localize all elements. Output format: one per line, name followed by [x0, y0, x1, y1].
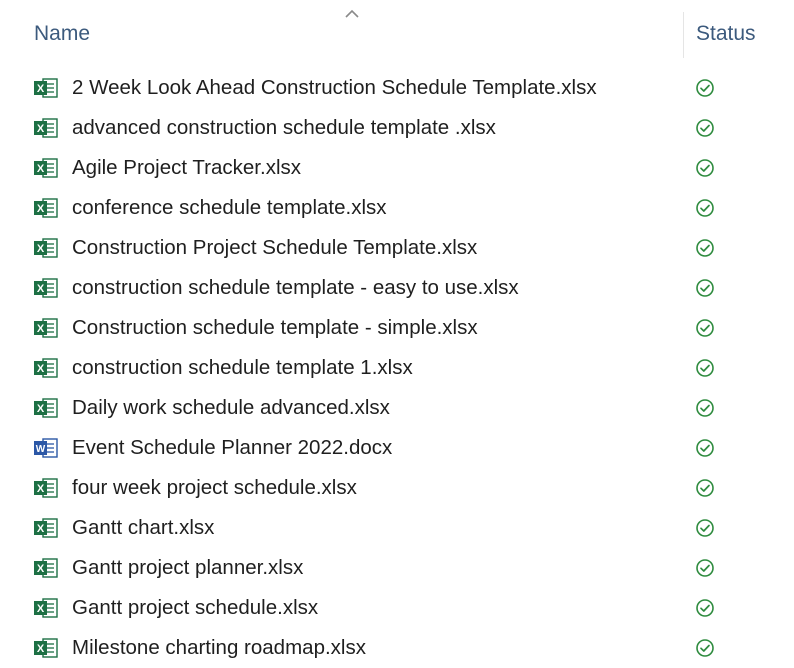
- excel-file-icon: X: [34, 118, 58, 138]
- available-status-icon: [696, 159, 714, 177]
- file-row[interactable]: X four week project schedule.xlsx: [0, 468, 794, 508]
- file-row[interactable]: W Event Schedule Planner 2022.docx: [0, 428, 794, 468]
- file-row[interactable]: X Gantt project schedule.xlsx: [0, 588, 794, 628]
- excel-file-icon: X: [34, 478, 58, 498]
- status-column-header[interactable]: Status: [686, 12, 794, 58]
- available-status-icon: [696, 559, 714, 577]
- excel-file-icon: X: [34, 278, 58, 298]
- file-name: advanced construction schedule template …: [72, 116, 496, 139]
- file-name: Daily work schedule advanced.xlsx: [72, 396, 390, 419]
- excel-file-icon: X: [34, 78, 58, 98]
- available-status-icon: [696, 439, 714, 457]
- file-name: construction schedule template 1.xlsx: [72, 356, 413, 379]
- svg-text:X: X: [37, 363, 45, 375]
- svg-text:X: X: [37, 563, 45, 575]
- excel-file-icon: X: [34, 238, 58, 258]
- svg-text:X: X: [37, 163, 45, 175]
- file-name: conference schedule template.xlsx: [72, 196, 387, 219]
- file-row[interactable]: X construction schedule template 1.xlsx: [0, 348, 794, 388]
- file-name: Construction schedule template - simple.…: [72, 316, 478, 339]
- file-row[interactable]: X Agile Project Tracker.xlsx: [0, 148, 794, 188]
- excel-file-icon: X: [34, 598, 58, 618]
- excel-file-icon: X: [34, 518, 58, 538]
- svg-text:X: X: [37, 523, 45, 535]
- svg-text:X: X: [37, 243, 45, 255]
- available-status-icon: [696, 599, 714, 617]
- file-list: X 2 Week Look Ahead Construction Schedul…: [0, 68, 794, 668]
- svg-text:X: X: [37, 83, 45, 95]
- excel-file-icon: X: [34, 398, 58, 418]
- svg-text:X: X: [37, 403, 45, 415]
- file-row[interactable]: X Gantt project planner.xlsx: [0, 548, 794, 588]
- file-name: Gantt project schedule.xlsx: [72, 596, 319, 619]
- svg-text:X: X: [37, 323, 45, 335]
- file-row[interactable]: X Construction schedule template - simpl…: [0, 308, 794, 348]
- word-file-icon: W: [34, 438, 58, 458]
- available-status-icon: [696, 319, 714, 337]
- file-name: four week project schedule.xlsx: [72, 476, 357, 499]
- available-status-icon: [696, 199, 714, 217]
- file-row[interactable]: X Milestone charting roadmap.xlsx: [0, 628, 794, 668]
- excel-file-icon: X: [34, 318, 58, 338]
- svg-text:X: X: [37, 123, 45, 135]
- svg-text:X: X: [37, 483, 45, 495]
- svg-text:X: X: [37, 643, 45, 655]
- column-divider[interactable]: [683, 12, 684, 58]
- name-column-header[interactable]: Name: [20, 12, 660, 58]
- file-name: Gantt project planner.xlsx: [72, 556, 304, 579]
- available-status-icon: [696, 119, 714, 137]
- excel-file-icon: X: [34, 638, 58, 658]
- file-row[interactable]: X conference schedule template.xlsx: [0, 188, 794, 228]
- status-column-label: Status: [696, 22, 756, 45]
- file-name: Construction Project Schedule Template.x…: [72, 236, 478, 259]
- svg-text:X: X: [37, 203, 45, 215]
- available-status-icon: [696, 519, 714, 537]
- excel-file-icon: X: [34, 198, 58, 218]
- available-status-icon: [696, 239, 714, 257]
- file-row[interactable]: X advanced construction schedule templat…: [0, 108, 794, 148]
- available-status-icon: [696, 359, 714, 377]
- file-name: construction schedule template - easy to…: [72, 276, 519, 299]
- file-row[interactable]: X Gantt chart.xlsx: [0, 508, 794, 548]
- available-status-icon: [696, 479, 714, 497]
- available-status-icon: [696, 639, 714, 657]
- file-row[interactable]: X construction schedule template - easy …: [0, 268, 794, 308]
- excel-file-icon: X: [34, 558, 58, 578]
- column-header-row: Name Status: [0, 0, 794, 62]
- svg-text:X: X: [37, 283, 45, 295]
- file-name: 2 Week Look Ahead Construction Schedule …: [72, 76, 597, 99]
- file-name: Agile Project Tracker.xlsx: [72, 156, 301, 179]
- name-column-label: Name: [34, 22, 91, 45]
- file-row[interactable]: X Daily work schedule advanced.xlsx: [0, 388, 794, 428]
- available-status-icon: [696, 79, 714, 97]
- file-row[interactable]: X Construction Project Schedule Template…: [0, 228, 794, 268]
- file-name: Event Schedule Planner 2022.docx: [72, 436, 393, 459]
- available-status-icon: [696, 399, 714, 417]
- excel-file-icon: X: [34, 158, 58, 178]
- svg-text:W: W: [36, 444, 46, 455]
- file-row[interactable]: X 2 Week Look Ahead Construction Schedul…: [0, 68, 794, 108]
- svg-text:X: X: [37, 603, 45, 615]
- file-name: Milestone charting roadmap.xlsx: [72, 636, 366, 659]
- excel-file-icon: X: [34, 358, 58, 378]
- available-status-icon: [696, 279, 714, 297]
- file-name: Gantt chart.xlsx: [72, 516, 215, 539]
